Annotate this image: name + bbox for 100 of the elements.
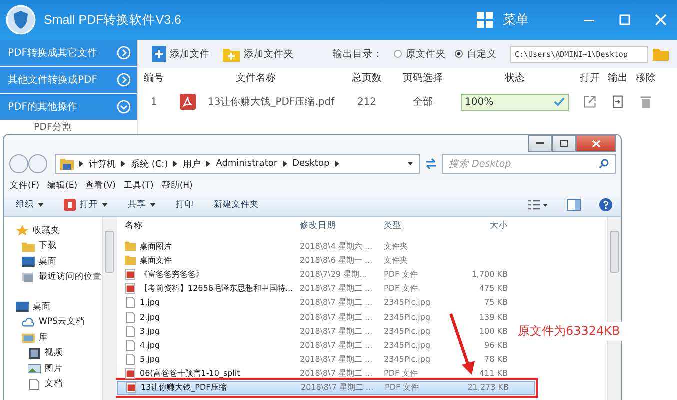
pdf-file-icon xyxy=(125,268,136,280)
file-size: 78 KB xyxy=(484,355,508,364)
file-date: 2018\8\7 星期二 ... xyxy=(300,354,374,366)
breadcrumb[interactable]: 计算机 xyxy=(89,158,116,170)
export-icon[interactable] xyxy=(611,95,625,109)
file-date: 2018\8\7 星期二 ... xyxy=(301,382,375,394)
add-file-button[interactable]: 添加文件 xyxy=(152,46,218,62)
nav-item[interactable]: WPS云文档 xyxy=(39,316,85,328)
document-icon xyxy=(28,378,41,390)
table-cell-text: 13让你赚大钱_PDF压缩.pdf xyxy=(208,96,335,109)
close-icon[interactable] xyxy=(655,14,667,26)
file-type: 2345Pic.jpg xyxy=(383,355,432,364)
nav-item[interactable]: 库 xyxy=(39,332,48,344)
sidebar-subitem[interactable]: PDF分割 xyxy=(0,121,94,134)
minimize-button[interactable] xyxy=(528,135,552,152)
search-icon xyxy=(599,159,609,169)
menu-item[interactable]: 文件(F) xyxy=(10,180,40,192)
column-header[interactable]: 名称 xyxy=(117,220,300,232)
nav-item[interactable]: 图片 xyxy=(45,362,63,375)
breadcrumb-arrow-icon xyxy=(79,161,84,167)
command-button[interactable]: 组织 xyxy=(12,199,54,211)
breadcrumb[interactable]: 系统 (C:) xyxy=(131,158,168,170)
desktop-icon xyxy=(22,256,35,268)
file-name[interactable]: 13让你赚大钱_PDF压缩 xyxy=(141,382,227,394)
file-type: 2345Pic.jpg xyxy=(383,298,432,308)
command-button[interactable]: 打开 xyxy=(60,199,118,211)
file-name[interactable]: 1.jpg xyxy=(140,298,160,308)
folder-icon xyxy=(125,254,136,266)
caret-icon xyxy=(102,203,108,207)
command-button[interactable]: 新建文件夹 xyxy=(210,199,269,211)
maximize-icon[interactable] xyxy=(619,14,631,26)
trash-icon[interactable] xyxy=(639,95,653,109)
recent-places-icon xyxy=(22,272,35,283)
column-header: 页码选择 xyxy=(402,72,444,85)
grid-icon xyxy=(477,12,493,28)
nav-item[interactable]: 收藏夹 xyxy=(33,224,60,237)
blank-file-icon xyxy=(125,340,136,351)
file-size: 475 KB xyxy=(479,284,508,294)
open-external-icon[interactable] xyxy=(583,95,597,109)
scrollbar[interactable] xyxy=(102,217,116,400)
file-name[interactable]: 3.jpg xyxy=(140,326,160,336)
file-date: 2018\8\7 星期二 ... xyxy=(300,368,374,380)
library-icon xyxy=(22,332,35,344)
menu-item[interactable]: 查看(V) xyxy=(86,180,116,192)
file-name[interactable]: 【考前资料】12656毛泽东思想和中国特... xyxy=(140,283,294,294)
column-header[interactable]: 类型 xyxy=(382,220,444,232)
file-name[interactable]: 4.jpg xyxy=(140,340,160,350)
address-bar[interactable]: 计算机 系统 (C:) 用户 Administrator Desktop xyxy=(55,154,420,174)
column-header: 文件名称 xyxy=(235,72,277,85)
nav-item[interactable]: 文档 xyxy=(45,378,63,390)
breadcrumb[interactable]: Administrator xyxy=(216,159,278,169)
chevron-icon xyxy=(117,73,131,87)
maximize-icon xyxy=(560,140,568,147)
file-name[interactable]: 桌面文件 xyxy=(140,254,172,266)
file-type: 文件夹 xyxy=(383,240,409,252)
nav-item[interactable]: 桌面 xyxy=(33,300,51,313)
file-date: 2018\8\7 星期二 ... xyxy=(300,297,374,308)
close-button[interactable] xyxy=(576,135,616,152)
file-name[interactable]: 《富爸爸穷爸爸》 xyxy=(140,268,204,280)
star-icon xyxy=(16,225,29,236)
column-header[interactable]: 大小 xyxy=(444,220,508,232)
add-folder-icon xyxy=(223,46,240,62)
nav-item[interactable]: 视频 xyxy=(45,347,63,360)
file-name[interactable]: 桌面图片 xyxy=(140,240,172,252)
radio-option[interactable]: 自定义 xyxy=(455,48,497,60)
file-type: 2345Pic.jpg xyxy=(383,312,432,322)
view-options-icon[interactable] xyxy=(527,199,549,211)
blank-file-icon xyxy=(125,297,136,308)
breadcrumb[interactable]: Desktop xyxy=(292,159,330,169)
maximize-button[interactable] xyxy=(552,135,576,152)
pdf-file-icon xyxy=(125,283,136,294)
column-header[interactable]: 修改日期 xyxy=(300,220,382,232)
app-icon xyxy=(64,199,76,211)
file-name[interactable]: 5.jpg xyxy=(140,355,160,364)
menu-item[interactable]: 帮助(H) xyxy=(162,180,193,192)
refresh-icon[interactable] xyxy=(424,157,438,171)
command-button[interactable]: 打印 xyxy=(172,199,204,211)
column-header: 输出 xyxy=(607,72,629,85)
file-name[interactable]: 06(富爸爸十预言1-10_split xyxy=(140,368,240,380)
add-folder-button[interactable]: 添加文件夹 xyxy=(223,46,302,62)
nav-item[interactable]: 桌面 xyxy=(39,256,57,268)
video-icon xyxy=(28,348,41,359)
command-button[interactable]: 共享 xyxy=(124,199,166,211)
preview-pane-icon[interactable] xyxy=(567,198,581,212)
check-icon xyxy=(554,97,565,107)
selected-file-row[interactable]: 13让你赚大钱_PDF压缩 2018\8\7 星期二 ... PDF 文件 21,273 KB xyxy=(117,380,535,396)
breadcrumb[interactable]: 用户 xyxy=(183,158,202,170)
file-size: 139 KB xyxy=(479,312,508,322)
menu-item[interactable]: 编辑(E) xyxy=(48,180,78,192)
breadcrumb-arrow-icon xyxy=(173,161,178,167)
pdf-file-icon xyxy=(125,368,136,380)
help-icon[interactable] xyxy=(599,198,613,212)
file-name[interactable]: 2.jpg xyxy=(140,312,160,322)
nav-item[interactable]: 最近访问的位置 xyxy=(39,271,102,284)
dropdown-icon[interactable] xyxy=(408,161,413,167)
progress-text: 100% xyxy=(464,96,494,108)
file-type: PDF 文件 xyxy=(383,283,420,294)
menu-item[interactable]: 工具(T) xyxy=(124,180,154,192)
radio-option[interactable]: 原文件夹 xyxy=(394,48,446,60)
nav-item[interactable]: 下载 xyxy=(39,240,57,252)
